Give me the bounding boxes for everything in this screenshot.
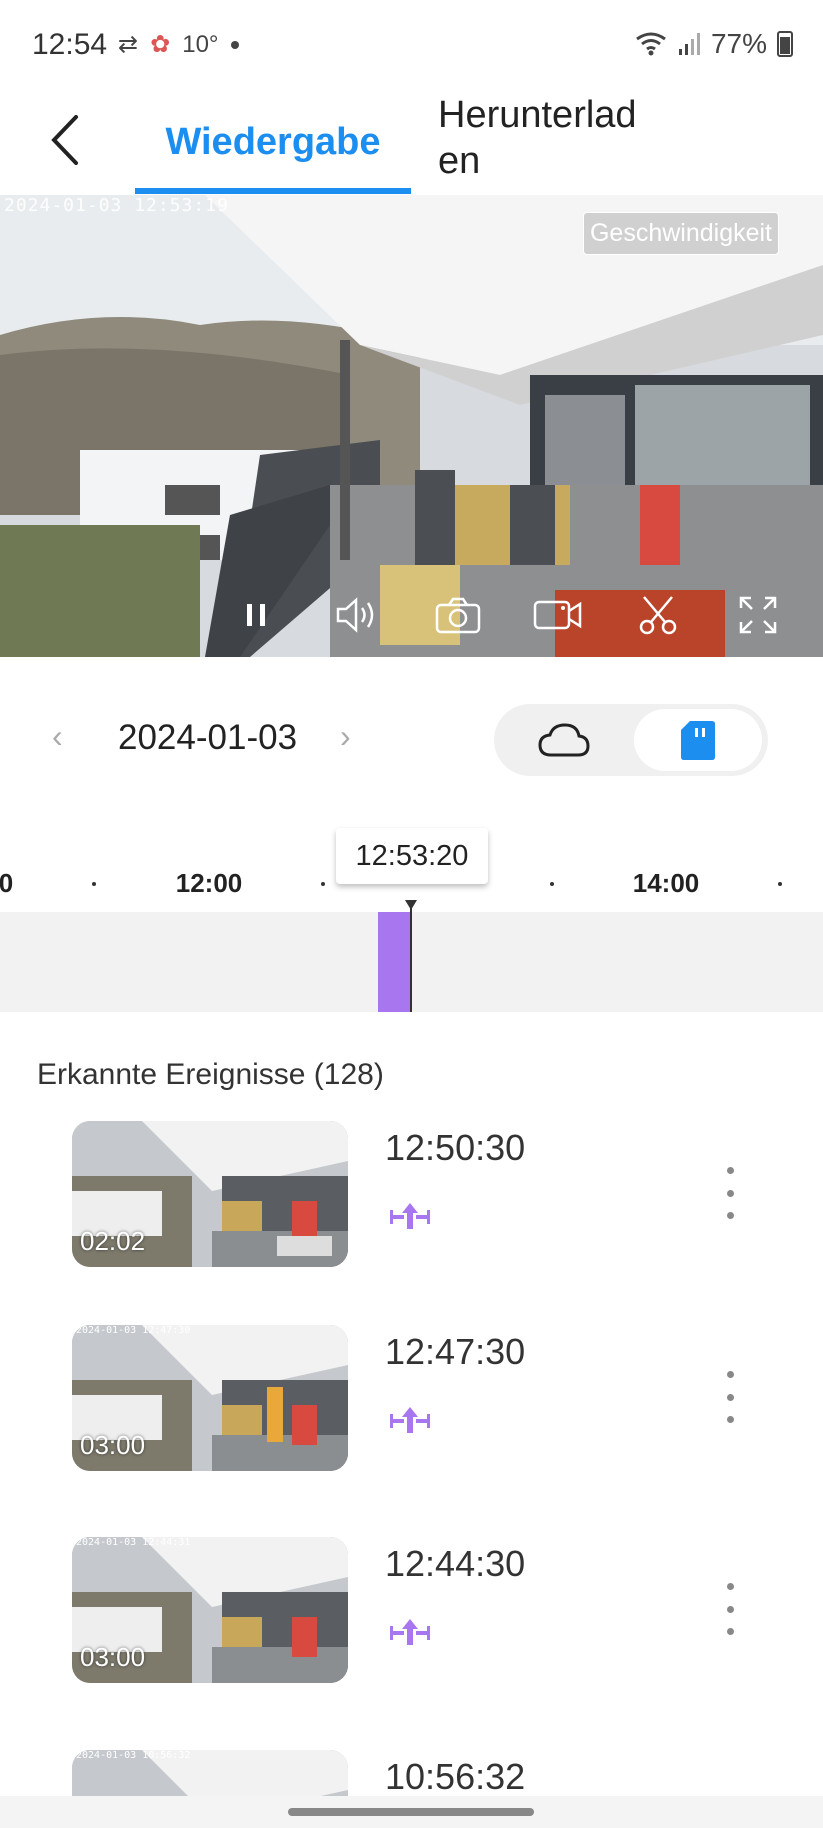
more-notifications-icon: [230, 40, 239, 49]
events-title: Erkannte Ereignisse (128): [37, 1058, 384, 1091]
scissors-icon: [639, 596, 677, 635]
speaker-icon: [336, 597, 374, 633]
event-time: 10:56:32: [385, 1756, 526, 1796]
video-controls: [0, 585, 823, 645]
motion-detection-icon: [390, 1619, 430, 1645]
fullscreen-icon: [739, 596, 777, 634]
timeline-cursor[interactable]: [410, 900, 412, 1012]
event-time: 12:50:30: [385, 1127, 526, 1168]
timeline-tick: [778, 882, 782, 886]
data-transfer-icon: ⇄: [118, 31, 139, 58]
screenshot-button[interactable]: [428, 585, 488, 645]
event-duration: 03:00: [80, 1430, 146, 1460]
event-item[interactable]: 2024-01-03 10:56:32 10:56:32: [0, 1750, 823, 1796]
status-time: 12:54: [32, 28, 108, 61]
date-navigator: ‹ 2024-01-03 ›: [0, 700, 823, 780]
event-thumbnail[interactable]: 2024-01-03 10:56:32: [72, 1750, 348, 1796]
active-tab-indicator: [135, 188, 411, 194]
sd-card-icon: [681, 721, 715, 760]
timeline-tick: [321, 882, 325, 886]
video-camera-icon: [533, 600, 582, 630]
pause-icon: [247, 604, 265, 626]
event-item[interactable]: 2024-01-03 12:47:30 03:00 12:47:30: [0, 1325, 823, 1485]
event-thumbnail[interactable]: 2024-01-03 12:44:31 03:00: [72, 1537, 348, 1683]
app-notification-icon: ✿: [150, 31, 171, 58]
back-button[interactable]: [40, 110, 90, 170]
record-button[interactable]: [528, 585, 588, 645]
camera-icon: [435, 597, 481, 634]
event-time: 12:44:30: [385, 1543, 526, 1584]
timeline-cursor-arrow: [405, 900, 417, 910]
system-navigation-bar: [0, 1796, 823, 1828]
motion-detection-icon: [390, 1407, 430, 1433]
timeline-tick-label: 0: [0, 868, 14, 898]
previous-date-button[interactable]: ‹: [52, 718, 63, 755]
home-gesture-handle[interactable]: [288, 1808, 534, 1816]
timeline[interactable]: 0 12:00 14:00 12:53:20: [0, 820, 823, 1012]
timeline-tick-label: 14:00: [632, 868, 700, 898]
tab-playback[interactable]: Wiedergabe: [135, 90, 411, 195]
fullscreen-button[interactable]: [728, 585, 788, 645]
clip-button[interactable]: [628, 585, 688, 645]
volume-button[interactable]: [328, 585, 388, 645]
video-timestamp: 2024-01-03 12:53:19: [4, 195, 229, 216]
cloud-source-button[interactable]: [494, 704, 634, 776]
back-arrow-icon: [51, 115, 78, 165]
signal-icon: [678, 33, 700, 55]
selected-date[interactable]: 2024-01-03: [118, 718, 297, 758]
top-tab-bar: Wiedergabe Herunterlad en: [0, 90, 823, 195]
recorded-event-segment[interactable]: [378, 912, 410, 1012]
wifi-icon: [636, 32, 666, 56]
speed-button[interactable]: Geschwindigkeit: [582, 212, 779, 255]
event-duration: 03:00: [80, 1642, 146, 1672]
tab-download[interactable]: Herunterlad en: [438, 92, 658, 184]
timeline-tick: [92, 882, 96, 886]
timeline-tick-label: 12:00: [175, 868, 243, 898]
cloud-icon: [538, 723, 590, 757]
storage-source-toggle: [494, 704, 768, 776]
battery-icon: [777, 31, 793, 57]
event-thumbnail[interactable]: 02:02: [72, 1121, 348, 1267]
next-date-button[interactable]: ›: [340, 718, 351, 755]
event-thumbnail[interactable]: 2024-01-03 12:47:30 03:00: [72, 1325, 348, 1471]
timeline-tick: [550, 882, 554, 886]
sd-card-source-button[interactable]: [634, 709, 762, 771]
pause-button[interactable]: [226, 585, 286, 645]
event-item[interactable]: 02:02 12:50:30: [0, 1121, 823, 1281]
weather-temperature: 10°: [182, 30, 219, 58]
more-options-button[interactable]: [718, 1367, 742, 1427]
more-options-button[interactable]: [718, 1163, 742, 1223]
more-options-button[interactable]: [718, 1579, 742, 1639]
current-time-bubble: 12:53:20: [336, 828, 488, 884]
battery-percentage: 77%: [710, 28, 767, 59]
motion-detection-icon: [390, 1203, 430, 1229]
event-item[interactable]: 2024-01-03 12:44:31 03:00 12:44:30: [0, 1537, 823, 1697]
event-duration: 02:02: [80, 1226, 146, 1256]
event-time: 12:47:30: [385, 1331, 526, 1372]
video-player[interactable]: 2024-01-03 12:53:19 Geschwindigkeit: [0, 195, 823, 657]
status-bar: 12:54 ⇄ ✿ 10° 77%: [0, 0, 823, 90]
